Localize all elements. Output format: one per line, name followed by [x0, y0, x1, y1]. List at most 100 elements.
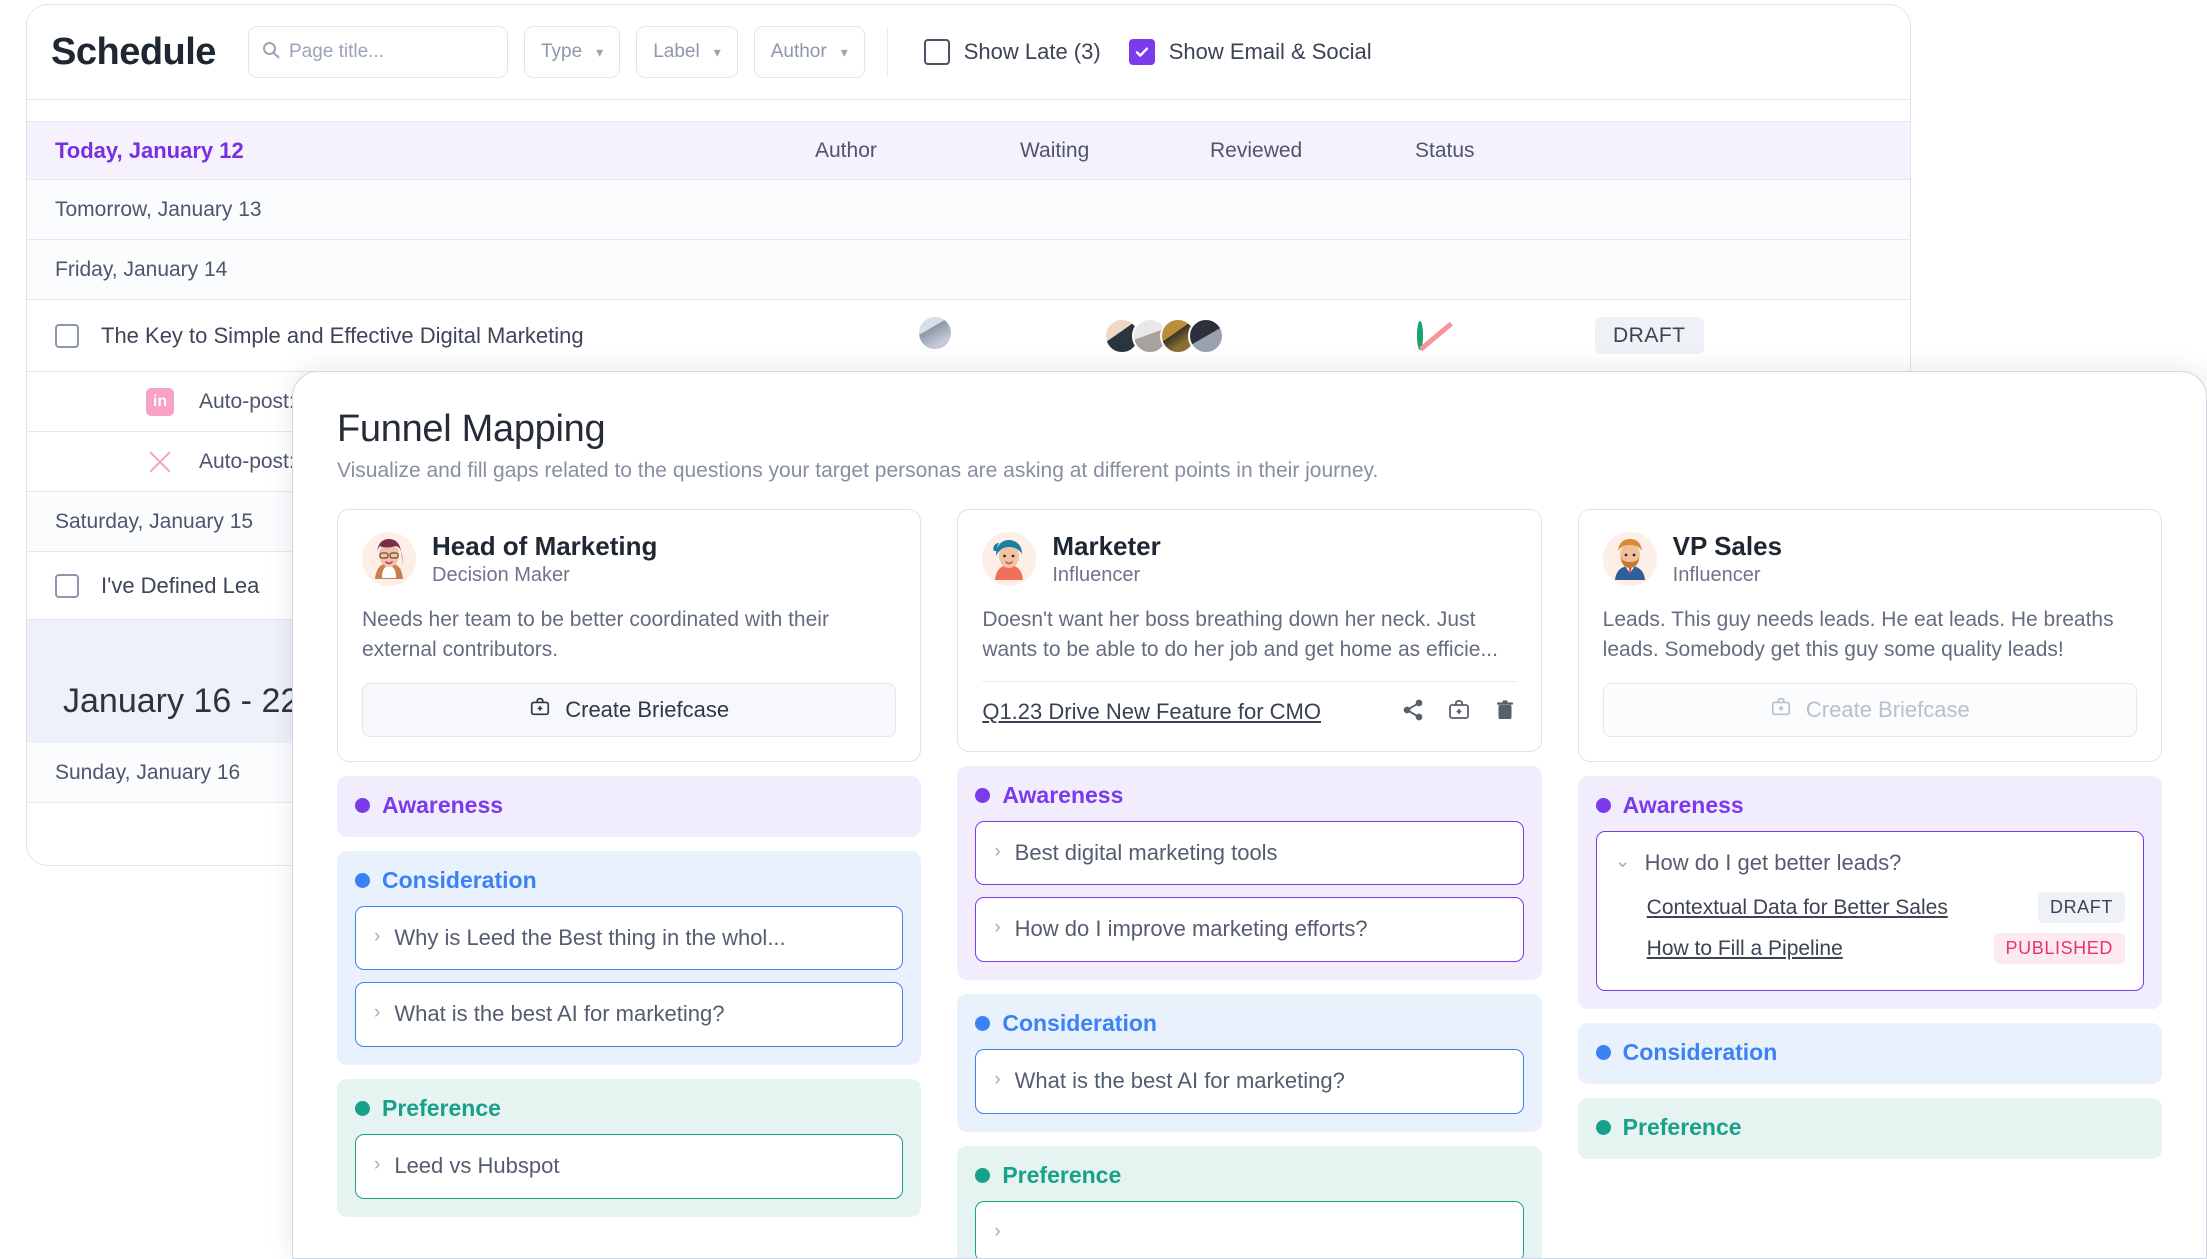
- chevron-right-icon[interactable]: ›: [374, 999, 380, 1027]
- question-item[interactable]: ›: [975, 1200, 1524, 1258]
- stage-consideration[interactable]: Consideration › Why is Leed the Best thi…: [337, 850, 922, 1066]
- checkbox-show-email-social[interactable]: Show Email & Social: [1128, 39, 1372, 65]
- list-item[interactable]: Contextual Data for Better Sales DRAFT: [1647, 892, 2125, 924]
- question-item[interactable]: › Best digital marketing tools: [975, 820, 1524, 886]
- checkbox-icon-unchecked: [923, 39, 950, 65]
- stage-consideration[interactable]: Consideration: [1577, 1023, 2162, 1085]
- create-briefcase-label: Create Briefcase: [1805, 696, 1970, 722]
- chevron-right-icon[interactable]: ›: [374, 1151, 380, 1179]
- briefcase-link[interactable]: Q1.23 Drive New Feature for CMO: [982, 699, 1321, 725]
- briefcase-add-icon[interactable]: [1447, 698, 1471, 727]
- status-badge: PUBLISHED: [1993, 933, 2125, 965]
- woman-glasses-avatar: [362, 532, 416, 587]
- reviewed-status-cell: [1417, 320, 1423, 350]
- row-checkbox[interactable]: [55, 573, 79, 598]
- chevron-down-icon[interactable]: ⌄: [1615, 848, 1631, 876]
- child-page-link[interactable]: How to Fill a Pipeline: [1647, 937, 1843, 961]
- stage-awareness[interactable]: Awareness › Best digital marketing tools…: [957, 765, 1542, 981]
- stage-preference[interactable]: Preference: [1577, 1098, 2162, 1160]
- share-icon[interactable]: [1401, 698, 1425, 727]
- briefcase-row: Q1.23 Drive New Feature for CMO: [982, 680, 1517, 727]
- day-label-today: Today, January 12: [55, 137, 244, 163]
- filter-type-label: Type: [540, 41, 583, 62]
- stage-name: Consideration: [382, 866, 537, 893]
- table-row[interactable]: Tomorrow, January 13: [27, 180, 1910, 240]
- chevron-right-icon[interactable]: ›: [994, 838, 1000, 866]
- day-label: Sunday, January 16: [55, 760, 241, 784]
- stage-name: Preference: [382, 1095, 501, 1122]
- stage-name: Awareness: [1622, 791, 1744, 818]
- column-header-author: Author: [815, 138, 877, 162]
- persona-name: VP Sales: [1672, 531, 1783, 561]
- persona-role: Influencer: [1052, 563, 1141, 586]
- stage-consideration[interactable]: Consideration › What is the best AI for …: [957, 994, 1542, 1132]
- stage-dot-icon: [1595, 797, 1611, 813]
- funnel-mapping-modal: Funnel Mapping Visualize and fill gaps r…: [292, 371, 2207, 1259]
- stage-dot-icon: [1595, 1120, 1611, 1136]
- column-header-waiting: Waiting: [1020, 138, 1090, 162]
- checkbox-show-late[interactable]: Show Late (3): [923, 39, 1101, 65]
- blocked-status-icon: [1417, 320, 1423, 350]
- stage-preference[interactable]: Preference ›: [957, 1145, 1542, 1258]
- screen-root: Schedule Page title... Type ▾ Label ▾ Au…: [0, 0, 2207, 1259]
- question-item[interactable]: › What is the best AI for marketing?: [975, 1049, 1524, 1114]
- question-item[interactable]: › Leed vs Hubspot: [355, 1134, 904, 1199]
- chevron-down-icon: ▾: [840, 43, 848, 60]
- column-header-status: Status: [1415, 138, 1475, 162]
- linkedin-icon: in: [145, 387, 175, 417]
- persona-columns: Head of Marketing Decision Maker Needs h…: [337, 509, 2162, 1258]
- filter-type[interactable]: Type ▾: [523, 26, 621, 78]
- column-header-reviewed: Reviewed: [1210, 138, 1303, 162]
- persona-card[interactable]: VP Sales Influencer Leads. This guy need…: [1577, 509, 2162, 762]
- briefcase-add-icon: [529, 696, 551, 724]
- question-text: How do I get better leads?: [1644, 849, 1902, 875]
- persona-role: Influencer: [1672, 563, 1761, 586]
- create-briefcase-button[interactable]: Create Briefcase: [1602, 682, 2137, 737]
- create-briefcase-button[interactable]: Create Briefcase: [362, 682, 897, 737]
- chevron-right-icon[interactable]: ›: [994, 1218, 1000, 1246]
- persona-card[interactable]: Head of Marketing Decision Maker Needs h…: [337, 509, 922, 762]
- avatar: [917, 314, 953, 351]
- chevron-down-icon: ▾: [596, 43, 604, 60]
- filter-label-label: Label: [653, 41, 700, 62]
- question-item[interactable]: › What is the best AI for marketing?: [355, 982, 904, 1048]
- page-title-cell: I've Defined Lea: [101, 572, 260, 598]
- question-item[interactable]: ⌄ How do I get better leads? Contextual …: [1595, 830, 2144, 992]
- search-input[interactable]: Page title...: [247, 26, 508, 78]
- chevron-right-icon[interactable]: ›: [994, 1066, 1000, 1094]
- search-icon: [261, 40, 281, 65]
- stage-name: Consideration: [1622, 1039, 1778, 1066]
- checkbox-show-email-social-label: Show Email & Social: [1168, 39, 1372, 64]
- filter-label[interactable]: Label ▾: [636, 26, 738, 78]
- chevron-right-icon[interactable]: ›: [374, 923, 380, 951]
- header-checkbox-group: Show Late (3) Show Email & Social: [923, 39, 1372, 65]
- table-row[interactable]: The Key to Simple and Effective Digital …: [27, 300, 1910, 372]
- question-item[interactable]: › How do I improve marketing efforts?: [975, 897, 1524, 963]
- chevron-right-icon[interactable]: ›: [994, 914, 1000, 942]
- question-item[interactable]: › Why is Leed the Best thing in the whol…: [355, 905, 904, 971]
- persona-column-marketer: Marketer Influencer Doesn't want her bos…: [957, 509, 1542, 1258]
- stage-awareness[interactable]: Awareness ⌄ How do I get better leads? C…: [1577, 775, 2162, 1010]
- stage-dot-icon: [975, 1167, 991, 1183]
- avatar: [1188, 317, 1224, 354]
- chevron-down-icon: ▾: [713, 43, 721, 60]
- persona-card[interactable]: Marketer Influencer Doesn't want her bos…: [957, 509, 1542, 752]
- stage-preference[interactable]: Preference › Leed vs Hubspot: [337, 1079, 922, 1217]
- stage-dot-icon: [975, 1016, 991, 1032]
- stage-name: Awareness: [382, 791, 504, 818]
- child-page-link[interactable]: Contextual Data for Better Sales: [1647, 896, 1948, 920]
- filter-author[interactable]: Author ▾: [753, 26, 865, 78]
- table-row[interactable]: Today, January 12 Author Waiting Reviewe…: [27, 122, 1910, 180]
- row-checkbox[interactable]: [55, 323, 79, 348]
- day-label: Friday, January 14: [55, 257, 228, 281]
- briefcase-add-icon: [1770, 696, 1792, 724]
- list-item[interactable]: How to Fill a Pipeline PUBLISHED: [1647, 933, 2125, 965]
- search-placeholder: Page title...: [288, 41, 385, 62]
- waiting-avatars-cell: [1104, 317, 1224, 354]
- persona-role: Decision Maker: [432, 563, 570, 586]
- stage-awareness[interactable]: Awareness: [337, 775, 922, 837]
- stage-name: Preference: [1622, 1114, 1742, 1141]
- table-row[interactable]: Friday, January 14: [27, 240, 1910, 300]
- stage-name: Consideration: [1002, 1010, 1157, 1037]
- trash-icon[interactable]: [1493, 698, 1517, 727]
